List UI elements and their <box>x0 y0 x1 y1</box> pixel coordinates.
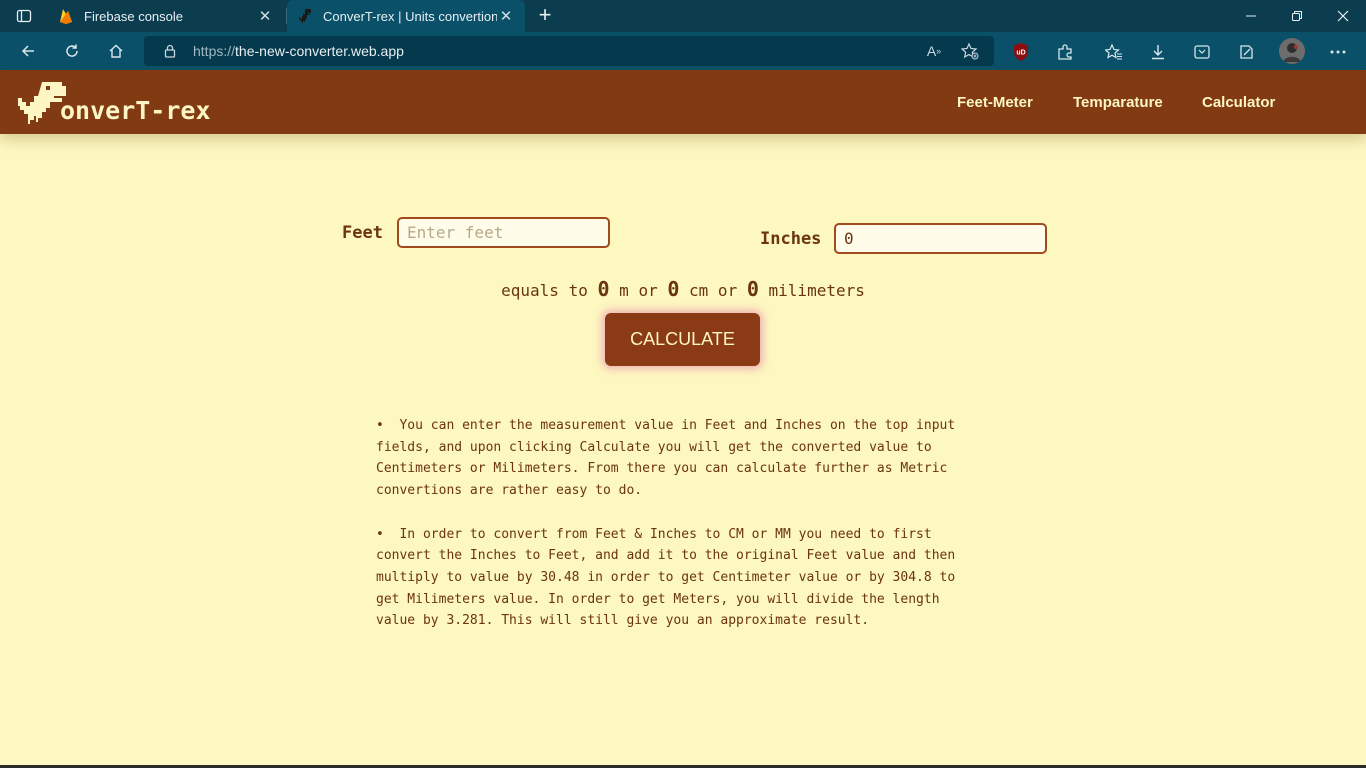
tab-actions-icon[interactable] <box>8 4 40 28</box>
instruction-item: • You can enter the measurement value in… <box>376 418 956 499</box>
favorites-icon[interactable] <box>1102 40 1126 64</box>
close-icon[interactable]: ✕ <box>256 7 274 25</box>
logo-text: onverT-rex <box>60 96 211 125</box>
read-aloud-icon[interactable]: A» <box>924 41 944 61</box>
nav-calculator[interactable]: Calculator <box>1202 94 1275 111</box>
site-header: onverT-rex Feet-Meter Temparature Calcul… <box>0 70 1366 134</box>
extension-badge: uD <box>1016 50 1025 57</box>
result-prefix: equals to <box>501 281 588 300</box>
web-capture-icon[interactable] <box>1190 40 1214 64</box>
lock-icon[interactable] <box>162 43 178 59</box>
instruction-item: • In order to convert from Feet & Inches… <box>376 526 956 629</box>
tab-title: Firebase console <box>84 8 183 24</box>
browser-toolbar: https://the-new-converter.web.app A» uD <box>0 32 1366 70</box>
add-favorite-icon[interactable] <box>960 41 980 61</box>
ublock-extension-icon[interactable]: uD <box>1009 40 1033 64</box>
feet-label: Feet <box>342 223 383 243</box>
profile-avatar[interactable] <box>1279 38 1305 64</box>
firebase-icon <box>58 8 74 24</box>
minimize-icon[interactable] <box>1228 0 1274 32</box>
trex-logo-icon <box>18 82 66 124</box>
result-cm-unit: cm or <box>689 281 738 300</box>
back-icon[interactable] <box>13 36 43 66</box>
nav-feet-meter[interactable]: Feet-Meter <box>957 94 1033 111</box>
instruction-text: You can enter the measurement value in F… <box>376 418 956 499</box>
url-host: the-new-converter.web.app <box>235 43 404 59</box>
copilot-icon[interactable] <box>1234 40 1258 64</box>
url-protocol: https:// <box>193 43 236 59</box>
tab-convert-rex[interactable]: ConverT-rex | Units convertion w ✕ <box>287 0 525 32</box>
extensions-icon[interactable] <box>1053 40 1077 64</box>
downloads-icon[interactable] <box>1146 40 1170 64</box>
close-icon[interactable]: ✕ <box>497 7 515 25</box>
result-meters: 0 <box>597 277 610 301</box>
tab-title: ConverT-rex | Units convertion w <box>323 8 497 24</box>
inches-input[interactable] <box>834 223 1047 254</box>
result-meters-unit: m or <box>619 281 658 300</box>
address-bar[interactable]: https://the-new-converter.web.app A» <box>144 36 994 66</box>
result-mm-unit: milimeters <box>768 281 865 300</box>
tab-firebase-console[interactable]: Firebase console ✕ <box>48 0 284 32</box>
url-text[interactable]: https://the-new-converter.web.app <box>193 43 404 59</box>
restore-icon[interactable] <box>1274 0 1320 32</box>
refresh-icon[interactable] <box>57 36 87 66</box>
instructions: • You can enter the measurement value in… <box>376 415 976 654</box>
feet-input[interactable] <box>397 217 610 248</box>
inches-label: Inches <box>760 229 822 249</box>
instruction-text: In order to convert from Feet & Inches t… <box>376 526 956 629</box>
browser-tab-strip: Firebase console ✕ ConverT-rex | Units c… <box>0 0 1366 32</box>
trex-icon <box>297 8 313 24</box>
conversion-result: equals to 0 m or 0 cm or 0 milimeters <box>0 277 1366 301</box>
close-window-icon[interactable] <box>1320 0 1366 32</box>
calculate-button[interactable]: CALCULATE <box>605 313 760 366</box>
new-tab-icon[interactable]: + <box>534 4 556 28</box>
nav-temparature[interactable]: Temparature <box>1073 94 1163 111</box>
home-icon[interactable] <box>101 36 131 66</box>
more-menu-icon[interactable] <box>1326 40 1350 64</box>
result-mm: 0 <box>746 277 759 301</box>
site-logo[interactable]: onverT-rex <box>18 80 211 126</box>
result-cm: 0 <box>667 277 680 301</box>
